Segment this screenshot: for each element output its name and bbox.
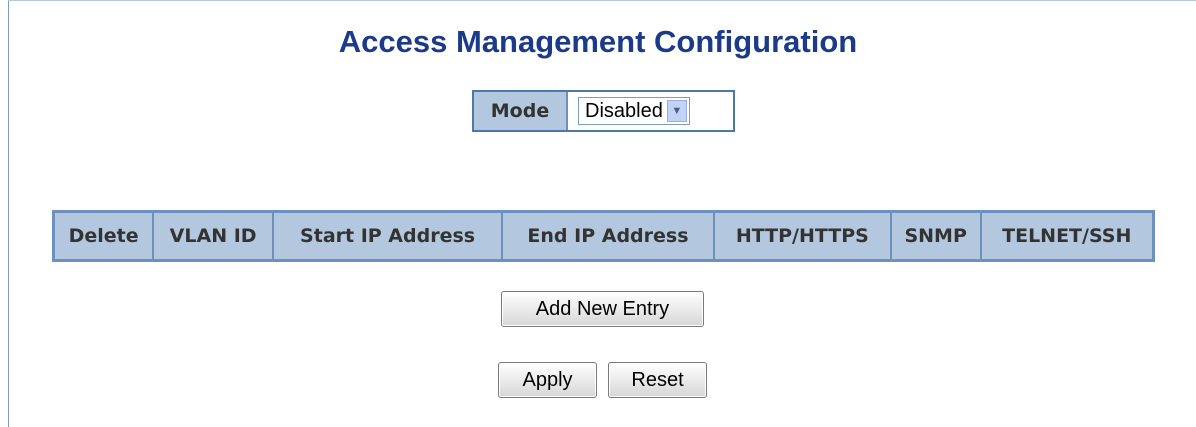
column-header-http-https: HTTP/HTTPS [712,210,892,262]
table-header-row: Delete VLAN ID Start IP Address End IP A… [52,210,1155,262]
mode-select[interactable]: Disabled ▼ [578,97,690,125]
frame-border-left [8,0,9,427]
column-header-delete: Delete [52,210,155,262]
column-header-telnet-ssh: TELNET/SSH [979,210,1155,262]
add-new-entry-button[interactable]: Add New Entry [501,291,704,327]
apply-button[interactable]: Apply [498,362,597,398]
mode-setting: Mode Disabled ▼ [472,90,735,132]
mode-cell: Disabled ▼ [568,92,733,130]
frame-border-top [8,0,1196,1]
page-title: Access Management Configuration [338,24,858,59]
reset-button[interactable]: Reset [608,362,707,398]
column-header-vlan-id: VLAN ID [152,210,275,262]
column-header-start-ip-address: Start IP Address [272,210,504,262]
mode-label: Mode [474,92,568,130]
chevron-down-icon[interactable]: ▼ [666,100,687,122]
column-header-end-ip-address: End IP Address [501,210,715,262]
column-header-snmp: SNMP [889,210,982,262]
mode-select-value: Disabled [585,99,663,122]
access-management-table: Delete VLAN ID Start IP Address End IP A… [52,210,1155,262]
